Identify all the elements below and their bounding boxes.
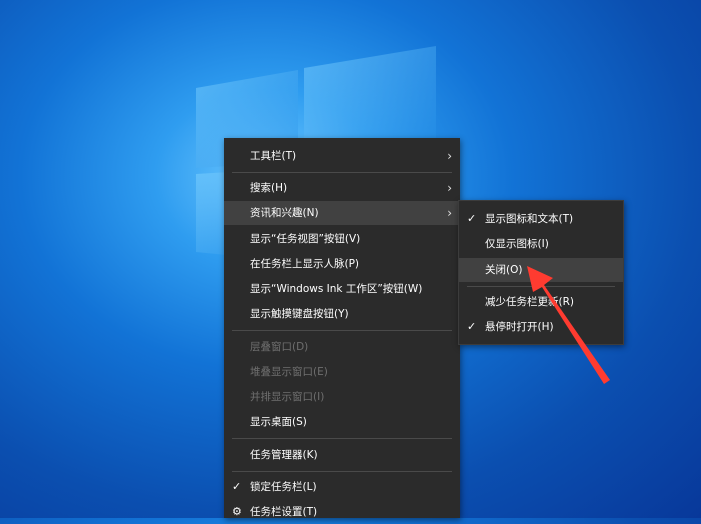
menu-item-label: 关闭(O) xyxy=(485,264,523,276)
menu-item-show-task-view-button[interactable]: 显示“任务视图”按钮(V) xyxy=(224,227,460,251)
submenu-item-open-on-hover[interactable]: ✓ 悬停时打开(H) xyxy=(459,315,623,339)
menu-item-show-windows-ink-button[interactable]: 显示“Windows Ink 工作区”按钮(W) xyxy=(224,277,460,301)
menu-item-side-by-side-windows: 并排显示窗口(I) xyxy=(224,385,460,409)
menu-item-label: 堆叠显示窗口(E) xyxy=(250,366,328,378)
menu-item-show-people[interactable]: 在任务栏上显示人脉(P) xyxy=(224,252,460,276)
check-icon: ✓ xyxy=(467,212,477,225)
menu-item-label: 显示“任务视图”按钮(V) xyxy=(250,233,361,245)
menu-item-toolbars[interactable]: 工具栏(T) › xyxy=(224,144,460,168)
menu-item-label: 仅显示图标(I) xyxy=(485,238,549,250)
menu-separator xyxy=(232,438,452,439)
menu-item-label: 锁定任务栏(L) xyxy=(250,481,317,493)
submenu-item-turn-off[interactable]: 关闭(O) xyxy=(459,258,623,282)
gear-icon: ⚙ xyxy=(232,505,242,518)
menu-separator xyxy=(232,330,452,331)
menu-separator xyxy=(467,286,615,287)
menu-item-label: 在任务栏上显示人脉(P) xyxy=(250,258,360,270)
menu-item-stack-windows: 堆叠显示窗口(E) xyxy=(224,360,460,384)
news-and-interests-submenu: ✓ 显示图标和文本(T) 仅显示图标(I) 关闭(O) 减少任务栏更新(R) ✓… xyxy=(458,200,624,345)
check-icon: ✓ xyxy=(232,480,242,493)
taskbar-context-menu: 工具栏(T) › 搜索(H) › 资讯和兴趣(N) › 显示“任务视图”按钮(V… xyxy=(224,138,460,518)
menu-item-label: 悬停时打开(H) xyxy=(485,321,554,333)
menu-item-lock-taskbar[interactable]: ✓ 锁定任务栏(L) xyxy=(224,475,460,499)
menu-item-label: 工具栏(T) xyxy=(250,150,297,162)
menu-item-label: 层叠窗口(D) xyxy=(250,341,309,353)
menu-item-taskbar-settings[interactable]: ⚙ 任务栏设置(T) xyxy=(224,500,460,524)
menu-item-label: 显示图标和文本(T) xyxy=(485,213,574,225)
menu-item-label: 显示桌面(S) xyxy=(250,416,307,428)
menu-item-label: 任务管理器(K) xyxy=(250,449,318,461)
check-icon: ✓ xyxy=(467,320,477,333)
menu-item-label: 任务栏设置(T) xyxy=(250,506,318,518)
menu-item-task-manager[interactable]: 任务管理器(K) xyxy=(224,443,460,467)
chevron-right-icon: › xyxy=(447,181,452,195)
menu-item-label: 搜索(H) xyxy=(250,182,288,194)
submenu-item-show-icon-only[interactable]: 仅显示图标(I) xyxy=(459,232,623,256)
submenu-item-reduce-taskbar-updates[interactable]: 减少任务栏更新(R) xyxy=(459,290,623,314)
menu-item-show-desktop[interactable]: 显示桌面(S) xyxy=(224,410,460,434)
chevron-right-icon: › xyxy=(447,149,452,163)
chevron-right-icon: › xyxy=(447,206,452,220)
menu-item-label: 资讯和兴趣(N) xyxy=(250,207,319,219)
menu-item-news-and-interests[interactable]: 资讯和兴趣(N) › xyxy=(224,201,460,225)
menu-item-label: 显示“Windows Ink 工作区”按钮(W) xyxy=(250,283,423,295)
menu-item-show-touch-keyboard-button[interactable]: 显示触摸键盘按钮(Y) xyxy=(224,302,460,326)
menu-item-search[interactable]: 搜索(H) › xyxy=(224,176,460,200)
menu-item-label: 显示触摸键盘按钮(Y) xyxy=(250,308,349,320)
submenu-item-show-icon-and-text[interactable]: ✓ 显示图标和文本(T) xyxy=(459,207,623,231)
menu-item-cascade-windows: 层叠窗口(D) xyxy=(224,335,460,359)
menu-item-label: 减少任务栏更新(R) xyxy=(485,296,574,308)
menu-separator xyxy=(232,471,452,472)
menu-item-label: 并排显示窗口(I) xyxy=(250,391,325,403)
menu-separator xyxy=(232,172,452,173)
